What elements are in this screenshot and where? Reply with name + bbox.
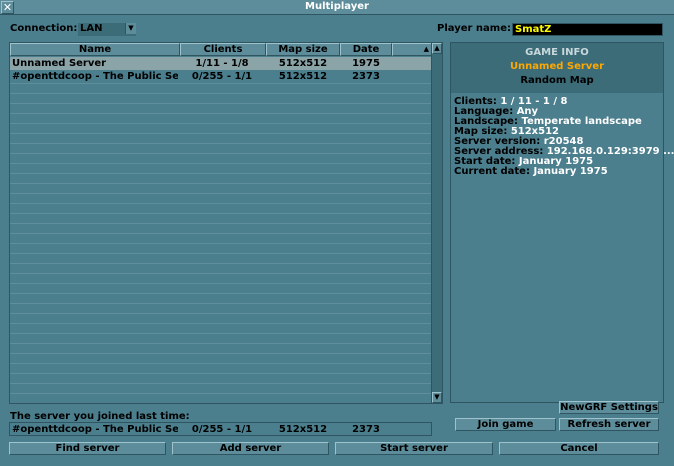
row-divider [10,153,431,154]
window-title: Multiplayer [305,1,369,12]
row-divider [10,143,431,144]
column-header-name[interactable]: Name [10,43,180,56]
find-server-button[interactable]: Find server [9,442,166,455]
row-divider [10,293,431,294]
column-header-clients[interactable]: Clients [180,43,266,56]
row-divider [10,103,431,104]
game-info-map-type: Random Map [520,75,594,86]
add-server-button[interactable]: Add server [172,442,329,455]
chevron-down-icon[interactable]: ▼ [125,23,136,34]
game-info-server-name: Unnamed Server [509,61,605,72]
last-joined-row[interactable]: #openttdcoop - The Public Se... 0/255 - … [10,423,431,436]
close-button[interactable]: ✕ [1,1,14,14]
row-divider [10,223,431,224]
column-header-date[interactable]: Date [340,43,392,56]
refresh-server-button[interactable]: Refresh server [559,418,659,431]
row-divider [10,263,431,264]
join-game-button[interactable]: Join game [455,418,556,431]
row-divider [10,343,431,344]
close-icon: ✕ [2,1,13,14]
server-map-size: 512x512 [278,58,328,69]
connection-value: LAN [80,23,103,34]
start-server-button[interactable]: Start server [335,442,493,455]
row-divider [10,373,431,374]
row-divider [10,333,431,334]
server-name: #openttdcoop - The Public Se... [12,71,178,82]
row-divider [10,193,431,194]
row-divider [10,213,431,214]
server-list[interactable]: Name Clients Map size Date ▲ Unnamed Ser… [9,42,432,404]
table-row[interactable]: Unnamed Server 1/11 - 1/8 512x512 1975 [10,57,431,70]
server-clients: 0/255 - 1/1 [191,71,253,82]
game-info-title: GAME INFO [525,47,589,58]
server-list-scrollbar[interactable]: ▲ ▼ [431,42,443,404]
column-header-map-size[interactable]: Map size [266,43,340,56]
row-divider [10,353,431,354]
row-divider [10,313,431,314]
row-divider [10,253,431,254]
title-bar[interactable]: Multiplayer ✕ [0,0,674,15]
scroll-down-icon[interactable]: ▼ [432,392,442,403]
player-name-label: Player name: [437,23,511,34]
row-divider [10,83,431,84]
game-info-detail: Current date: January 1975 [454,167,608,177]
detail-label: Current date: [454,166,534,177]
game-info-header: GAME INFO Unnamed Server Random Map [451,43,663,93]
last-joined-date: 2373 [352,424,380,435]
row-divider [10,93,431,94]
server-map-size: 512x512 [278,71,328,82]
sort-up-icon: ▲ [423,45,429,53]
server-date: 1975 [352,58,380,69]
row-divider [10,303,431,304]
last-joined-map-size: 512x512 [278,424,328,435]
row-divider [10,123,431,124]
scroll-up-icon[interactable]: ▲ [432,43,442,54]
player-name-value: SmatZ [515,24,552,35]
connection-label: Connection: [10,23,78,34]
row-divider [10,283,431,284]
row-divider [10,393,431,394]
server-name: Unnamed Server [12,58,107,69]
player-name-input[interactable]: SmatZ [512,23,663,36]
row-divider [10,183,431,184]
server-clients: 1/11 - 1/8 [195,58,249,69]
column-header-status[interactable]: ▲ [392,43,431,56]
row-divider [10,323,431,324]
row-divider [10,113,431,114]
last-joined-label: The server you joined last time: [10,411,190,422]
connection-dropdown[interactable]: LAN ▼ [78,23,136,36]
last-joined-server[interactable]: #openttdcoop - The Public Se... 0/255 - … [9,422,432,436]
detail-value: January 1975 [533,166,608,177]
row-divider [10,163,431,164]
game-info-panel: GAME INFO Unnamed Server Random Map Clie… [450,42,674,403]
row-divider [10,233,431,234]
row-divider [10,243,431,244]
row-divider [10,383,431,384]
newgrf-settings-button[interactable]: NewGRF Settings [559,401,659,414]
last-joined-name: #openttdcoop - The Public Se... [12,424,178,435]
server-date: 2373 [352,71,380,82]
table-row[interactable]: #openttdcoop - The Public Se... 0/255 - 1… [10,70,431,83]
cancel-button[interactable]: Cancel [499,442,659,455]
row-divider [10,203,431,204]
last-joined-clients: 0/255 - 1/1 [191,424,253,435]
row-divider [10,133,431,134]
row-divider [10,363,431,364]
row-divider [10,173,431,174]
row-divider [10,273,431,274]
